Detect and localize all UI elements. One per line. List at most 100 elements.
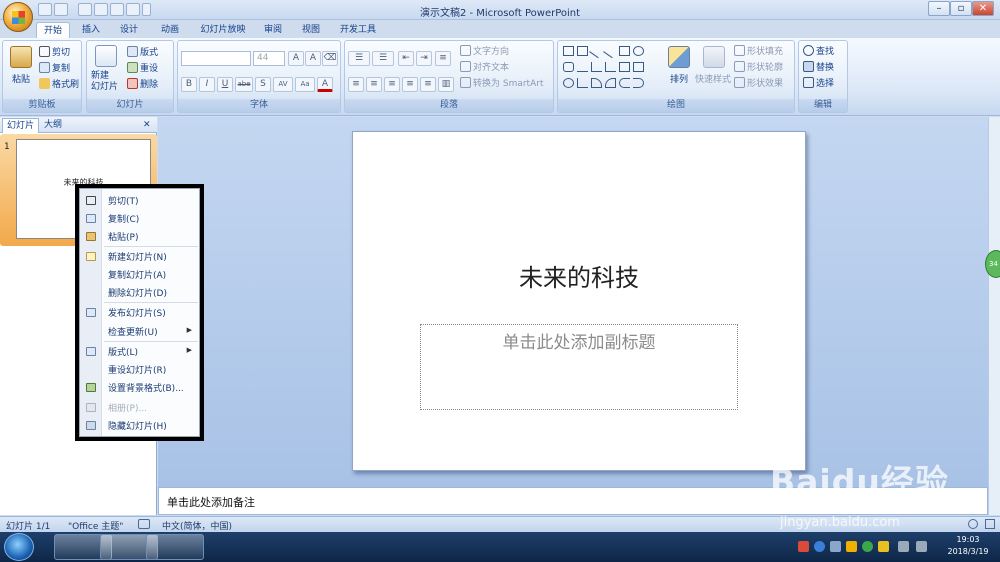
quick-styles-icon[interactable] — [703, 46, 725, 68]
ring-shape-icon[interactable] — [563, 78, 574, 88]
shape-outline-button[interactable]: 形状轮廓 — [734, 60, 783, 73]
subtitle-placeholder[interactable]: 单击此处添加副标题 — [420, 328, 738, 353]
arrow-shape-icon[interactable] — [603, 43, 618, 59]
menu-item-check-updates[interactable]: 检查更新(U) ▶ — [80, 322, 198, 340]
tab-insert[interactable]: 插入 — [74, 22, 108, 39]
tray-network-icon[interactable] — [898, 541, 909, 552]
oval-shape-icon[interactable] — [633, 46, 644, 56]
tab-slides[interactable]: 幻灯片 — [2, 118, 40, 133]
tray-security-icon[interactable] — [862, 541, 873, 552]
curve-shape-icon[interactable] — [605, 78, 616, 88]
menu-item-cut[interactable]: 剪切(T) — [80, 191, 198, 209]
menu-item-reset-slide[interactable]: 重设幻灯片(R) — [80, 360, 198, 378]
tray-qq-icon[interactable] — [846, 541, 857, 552]
brace-left-shape-icon[interactable] — [619, 78, 630, 88]
subscript-icon[interactable] — [126, 3, 140, 16]
tray-help-icon[interactable] — [814, 541, 825, 552]
menu-item-format-background[interactable]: 设置背景格式(B)... — [80, 378, 198, 396]
copy-button[interactable]: 复制 — [39, 61, 70, 74]
menu-item-delete-slide[interactable]: 删除幻灯片(D) — [80, 283, 198, 301]
close-button[interactable]: ✕ — [972, 1, 994, 16]
menu-item-layout[interactable]: 版式(L) ▶ — [80, 342, 198, 360]
rtriangle-shape-icon[interactable] — [577, 78, 588, 88]
pane-close-icon[interactable]: ✕ — [139, 118, 155, 133]
down-arrow-shape-icon[interactable] — [633, 62, 644, 72]
font-name-box[interactable] — [181, 51, 251, 66]
tab-review[interactable]: 审阅 — [256, 22, 290, 39]
elbow-shape-icon[interactable] — [605, 62, 616, 72]
vertical-scrollbar[interactable] — [988, 117, 1000, 515]
minimize-button[interactable]: – — [928, 1, 950, 16]
arrange-button[interactable]: 排列 — [670, 72, 688, 85]
paste-icon[interactable] — [10, 46, 32, 68]
line-shape-icon[interactable] — [589, 43, 604, 59]
tray-volume-icon[interactable] — [916, 541, 927, 552]
triangle-shape-icon[interactable] — [577, 62, 588, 72]
tab-slideshow[interactable]: 幻灯片放映 — [194, 22, 252, 39]
menu-item-new-slide[interactable]: 新建幻灯片(N) — [80, 247, 198, 265]
underline-button[interactable]: U — [217, 77, 233, 92]
tab-home[interactable]: 开始 — [36, 22, 70, 39]
shrink-font-icon[interactable]: A — [305, 51, 321, 66]
distribute-icon[interactable]: ≡ — [420, 77, 436, 92]
text-direction-button[interactable]: 文字方向 — [460, 44, 509, 57]
tab-animations[interactable]: 动画 — [150, 22, 190, 39]
cut-button[interactable]: 剪切 — [39, 45, 70, 58]
undo-icon[interactable] — [54, 3, 68, 16]
reset-button[interactable]: 重设 — [127, 61, 158, 74]
arc-shape-icon[interactable] — [591, 78, 602, 88]
slide-title[interactable]: 未来的科技 — [352, 258, 806, 293]
clear-format-icon[interactable]: ⌫ — [322, 51, 338, 66]
start-button[interactable] — [4, 533, 34, 561]
select-button[interactable]: 选择 — [803, 76, 834, 89]
bullets-icon[interactable]: ☰ — [348, 51, 370, 66]
rounded-rect-shape-icon[interactable] — [563, 62, 574, 72]
replace-button[interactable]: 替换 — [803, 60, 834, 73]
rectangle-shape-icon[interactable] — [563, 46, 574, 56]
redo-icon[interactable] — [78, 3, 92, 16]
notes-placeholder[interactable]: 单击此处添加备注 — [167, 494, 255, 510]
line-spacing-icon[interactable]: ≡ — [435, 51, 451, 66]
font-size-box[interactable]: 44 — [253, 51, 285, 66]
menu-item-paste[interactable]: 粘贴(P) — [80, 227, 198, 245]
layout-button[interactable]: 版式 — [127, 45, 158, 58]
menu-item-publish-slides[interactable]: 发布幻灯片(S) — [80, 303, 198, 321]
new-slide-button[interactable]: 新建 幻灯片 — [91, 71, 118, 93]
tray-keyboard-icon[interactable] — [830, 541, 841, 552]
rect2-shape-icon[interactable] — [619, 46, 630, 56]
shape-fill-button[interactable]: 形状填充 — [734, 44, 783, 57]
spellcheck-icon[interactable] — [138, 519, 150, 529]
justify-icon[interactable]: ≡ — [402, 77, 418, 92]
tab-view[interactable]: 视图 — [294, 22, 328, 39]
office-button[interactable] — [3, 2, 33, 32]
connector-shape-icon[interactable] — [591, 62, 602, 72]
char-spacing-button[interactable]: AV — [273, 77, 293, 92]
tab-outline[interactable]: 大纲 — [40, 118, 66, 133]
shadow-button[interactable]: S — [255, 77, 271, 92]
menu-item-duplicate-slide[interactable]: 复制幻灯片(A) — [80, 265, 198, 283]
superscript-icon[interactable] — [110, 3, 124, 16]
columns-icon[interactable]: ▥ — [438, 77, 454, 92]
tray-clock[interactable]: 19:03 2018/3/19 — [940, 534, 996, 558]
tray-update-icon[interactable] — [878, 541, 889, 552]
new-slide-icon[interactable] — [95, 45, 117, 67]
fit-window-icon[interactable] — [985, 519, 995, 529]
right-arrow-shape-icon[interactable] — [619, 62, 630, 72]
bold-button[interactable]: B — [181, 77, 197, 92]
smartart-button[interactable]: 转换为 SmartArt — [460, 76, 543, 89]
grow-font-icon[interactable]: A — [288, 51, 304, 66]
slide-canvas[interactable] — [352, 131, 806, 471]
delete-slide-button[interactable]: 删除 — [127, 77, 158, 90]
change-case-button[interactable]: Aa — [295, 77, 315, 92]
italic-button[interactable]: I — [199, 77, 215, 92]
paste-button[interactable]: 粘贴 — [12, 72, 30, 85]
shape-effects-button[interactable]: 形状效果 — [734, 76, 783, 89]
format-painter-button[interactable]: 格式刷 — [39, 77, 79, 90]
find-button[interactable]: 查找 — [803, 44, 834, 57]
align-right-icon[interactable]: ≡ — [384, 77, 400, 92]
floating-badge[interactable]: 34 — [985, 250, 1000, 278]
zoom-in-icon[interactable] — [968, 519, 978, 529]
align-center-icon[interactable]: ≡ — [366, 77, 382, 92]
taskbar-paint-icon[interactable] — [146, 534, 204, 560]
save-icon[interactable] — [38, 3, 52, 16]
